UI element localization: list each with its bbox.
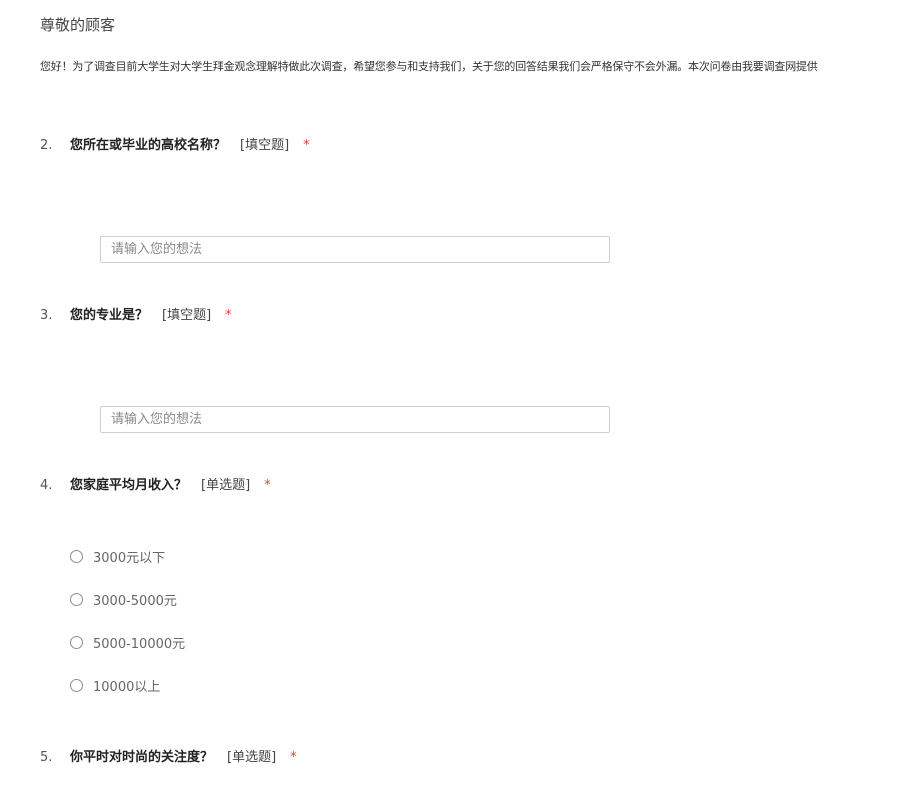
school-name-input[interactable] <box>100 236 610 263</box>
required-mark: * <box>225 308 232 323</box>
option-label: 10000以上 <box>93 679 161 695</box>
question-number: 3. <box>40 308 53 323</box>
option-label: 3000元以下 <box>93 550 166 566</box>
required-mark: * <box>264 478 271 493</box>
question-number: 5. <box>40 750 53 765</box>
option-label: 3000-5000元 <box>93 593 177 609</box>
income-option-2[interactable]: 3000-5000元 <box>70 589 177 609</box>
required-mark: * <box>303 138 310 153</box>
question-text: 您所在或毕业的高校名称？ <box>70 138 227 153</box>
question-number: 2. <box>40 138 53 153</box>
question-2-title: 2. 您所在或毕业的高校名称？ [填空题] * <box>40 136 310 156</box>
radio-icon[interactable] <box>70 549 83 563</box>
survey-intro: 您好！为了调查目前大学生对大学生拜金观念理解特做此次调查，希望您参与和支持我们，… <box>40 60 818 73</box>
question-text: 您家庭平均月收入？ <box>70 478 188 493</box>
income-option-3[interactable]: 5000-10000元 <box>70 632 185 652</box>
radio-icon[interactable] <box>70 678 83 692</box>
required-mark: * <box>290 750 297 765</box>
major-input[interactable] <box>100 406 610 433</box>
question-4-title: 4. 您家庭平均月收入？ [单选题] * <box>40 476 271 496</box>
question-type: [填空题] <box>240 138 290 153</box>
question-text: 你平时对时尚的关注度？ <box>70 750 214 765</box>
question-type: [单选题] <box>201 478 251 493</box>
radio-icon[interactable] <box>70 635 83 649</box>
question-type: [单选题] <box>227 750 277 765</box>
radio-icon[interactable] <box>70 592 83 606</box>
option-label: 5000-10000元 <box>93 636 186 652</box>
income-option-4[interactable]: 10000以上 <box>70 675 160 695</box>
question-text: 您的专业是？ <box>70 308 149 323</box>
survey-greeting: 尊敬的顾客 <box>40 16 116 34</box>
question-number: 4. <box>40 478 53 493</box>
question-3-title: 3. 您的专业是？ [填空题] * <box>40 306 232 326</box>
income-option-1[interactable]: 3000元以下 <box>70 546 165 566</box>
question-5-title: 5. 你平时对时尚的关注度？ [单选题] * <box>40 748 297 768</box>
question-type: [填空题] <box>162 308 212 323</box>
